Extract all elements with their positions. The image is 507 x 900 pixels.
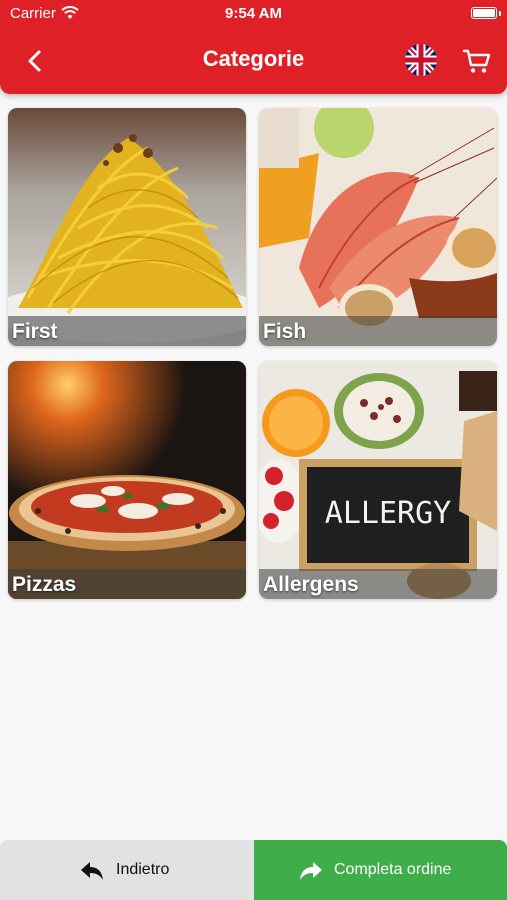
battery-icon: [471, 7, 497, 19]
category-tile-first[interactable]: First: [8, 108, 246, 346]
complete-order-button[interactable]: Completa ordine: [254, 840, 507, 900]
category-tile-allergens[interactable]: ALLERGY Allergens: [259, 361, 497, 599]
shopping-cart-icon[interactable]: [462, 46, 492, 76]
category-label: First: [12, 320, 58, 343]
category-tile-pizzas[interactable]: Pizzas: [8, 361, 246, 599]
app-header: Carrier 9:54 AM Categorie: [0, 0, 507, 94]
category-tile-fish[interactable]: Fish: [259, 108, 497, 346]
complete-order-label: Completa ordine: [334, 861, 452, 878]
forward-arrow-icon: [300, 862, 322, 880]
margherita-pizza-photo: [8, 361, 246, 599]
chalkboard-text: ALLERGY: [325, 496, 451, 531]
reply-arrow-icon: [81, 862, 103, 880]
back-button-label: Indietro: [116, 861, 170, 878]
grilled-shrimp-scallops-photo: [259, 108, 497, 346]
spaghetti-carbonara-photo: [8, 108, 246, 346]
category-label: Pizzas: [12, 573, 77, 596]
status-bar: Carrier 9:54 AM: [0, 0, 507, 28]
status-time: 9:54 AM: [225, 5, 282, 22]
category-label: Allergens: [263, 573, 359, 596]
bottom-bar: Indietro Completa ordine: [0, 840, 507, 900]
battery-nub: [499, 11, 501, 16]
uk-flag-icon[interactable]: [405, 44, 437, 76]
category-label: Fish: [263, 320, 307, 343]
allergy-chalkboard-photo: ALLERGY: [259, 361, 497, 599]
back-button[interactable]: Indietro: [0, 840, 254, 900]
